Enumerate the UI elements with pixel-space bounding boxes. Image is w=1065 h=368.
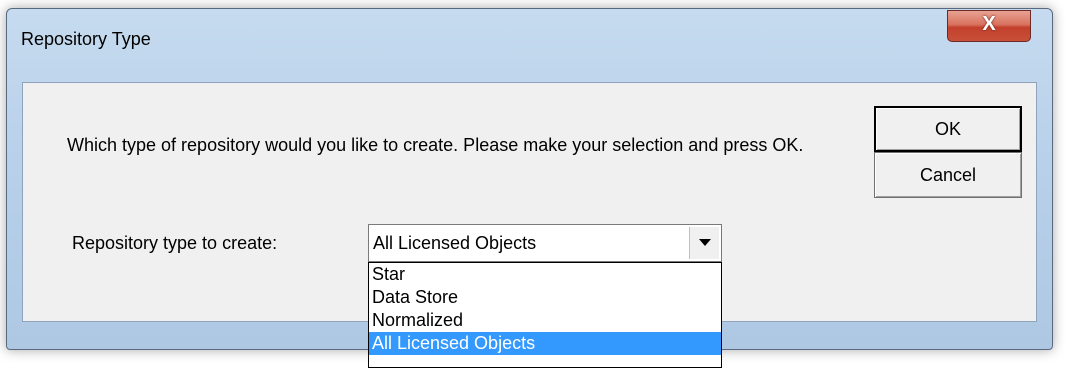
close-button[interactable]: X bbox=[947, 10, 1031, 42]
option-all-licensed-objects[interactable]: All Licensed Objects bbox=[369, 332, 721, 355]
repository-type-label: Repository type to create: bbox=[72, 233, 278, 253]
option-data-store[interactable]: Data Store bbox=[369, 286, 721, 309]
repository-type-select[interactable]: All Licensed Objects bbox=[368, 224, 722, 262]
repository-type-value: All Licensed Objects bbox=[373, 233, 537, 253]
cancel-button[interactable]: Cancel bbox=[874, 152, 1022, 198]
ok-button[interactable]: OK bbox=[874, 106, 1022, 152]
option-star[interactable]: Star bbox=[369, 263, 721, 286]
chevron-down-icon[interactable] bbox=[689, 227, 719, 259]
repository-type-dropdown: Star Data Store Normalized All Licensed … bbox=[368, 262, 722, 368]
window-title: Repository Type bbox=[21, 29, 151, 49]
option-normalized[interactable]: Normalized bbox=[369, 309, 721, 332]
prompt-text: Which type of repository would you like … bbox=[67, 135, 804, 155]
close-icon: X bbox=[982, 13, 996, 35]
